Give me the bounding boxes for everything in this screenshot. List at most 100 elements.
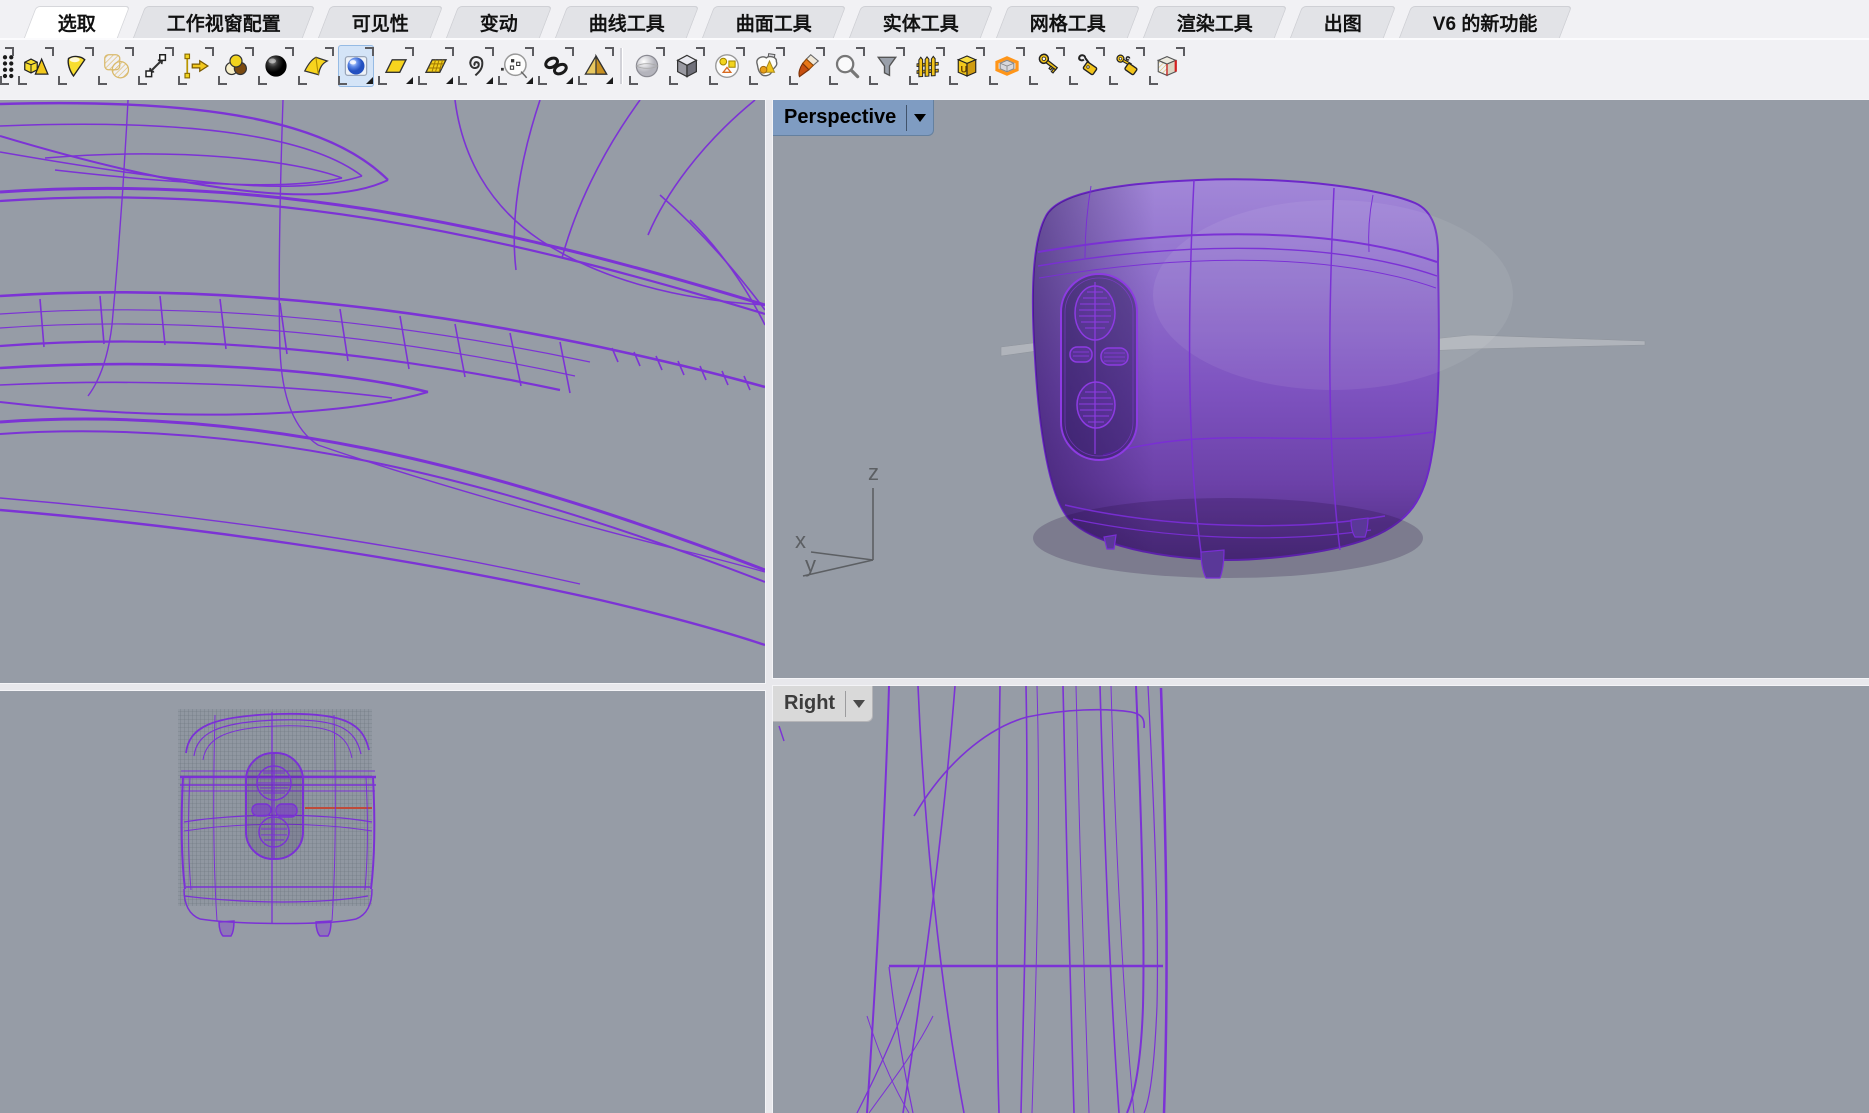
gray-sphere-icon (632, 51, 662, 81)
toolbar-button-yellow-mesh[interactable] (418, 45, 454, 87)
key-icon (1032, 51, 1062, 81)
front-wireframe-canvas (0, 691, 765, 1113)
viewport-perspective[interactable]: z x y Perspective (773, 100, 1869, 678)
viewport-label-text: Perspective (773, 106, 906, 129)
color-circles-icon (221, 51, 251, 81)
chevron-down-icon (853, 700, 865, 708)
tab-2[interactable]: 工作视窗配置 (133, 6, 315, 38)
viewport-top[interactable] (0, 100, 765, 683)
tab-label: 选取 (58, 9, 96, 36)
viewport-front[interactable] (0, 691, 765, 1113)
toolbar-group-divider (620, 48, 623, 84)
toolbar-button-fence[interactable] (909, 45, 945, 87)
tab-8[interactable]: 网格工具 (996, 6, 1140, 38)
tab-7[interactable]: 实体工具 (849, 6, 993, 38)
viewport-area: z x y Perspective (0, 100, 1869, 1113)
tab-label: 渲染工具 (1177, 9, 1253, 36)
toolbar-button-blob-group[interactable] (749, 45, 785, 87)
toolbar-button-u-cube[interactable]: U (949, 45, 985, 87)
toolbar-tab-bar: 选取 工作视窗配置 可见性 变动 曲线工具 曲面工具 实体工具 网格工具 渲染工具 出图 V6 的新… (0, 6, 1869, 38)
tab-6[interactable]: 曲面工具 (702, 6, 846, 38)
toolbar-button-pyramid[interactable] (578, 45, 614, 87)
toolbar-button-folded-surface[interactable] (298, 45, 334, 87)
toolbar-button-color-circles[interactable] (218, 45, 254, 87)
toolbar-button-highlight-box[interactable] (989, 45, 1025, 87)
tab-label: 工作视窗配置 (167, 9, 281, 36)
tab-label: V6 的新功能 (1433, 9, 1538, 36)
solid-primitives-icon (21, 51, 51, 81)
toolbar-button-cone[interactable] (58, 45, 94, 87)
flyout-triangle-icon (366, 77, 373, 84)
tab-10[interactable]: 出图 (1290, 6, 1396, 38)
folded-surface-icon (301, 51, 331, 81)
svg-text:x: x (795, 528, 806, 553)
scale-arrow-icon (181, 51, 211, 81)
blob-group-icon (752, 51, 782, 81)
black-sphere-icon (261, 51, 291, 81)
tab-11[interactable]: V6 的新功能 (1399, 6, 1572, 38)
viewport-menu-button[interactable] (846, 686, 872, 721)
tab-5[interactable]: 曲线工具 (555, 6, 699, 38)
tab-label: 实体工具 (883, 9, 959, 36)
toolbar-button-black-sphere[interactable] (258, 45, 294, 87)
main-toolbar: U (0, 38, 1869, 92)
viewport-label-perspective[interactable]: Perspective (773, 100, 934, 136)
toolbar-button-cube-red-edge[interactable] (1149, 45, 1185, 87)
paintbrush-icon (792, 51, 822, 81)
viewport-menu-button[interactable] (907, 100, 933, 135)
toolbar-button-paintbrush[interactable] (789, 45, 825, 87)
tab-1[interactable]: 选取 (24, 6, 130, 38)
svg-text:z: z (868, 460, 879, 485)
toolbar-button-key[interactable] (1029, 45, 1065, 87)
viewport-label-text: Right (773, 692, 845, 715)
toolbar-button-shiny-sphere-box[interactable] (338, 45, 374, 87)
toolbar-button-chain-links[interactable] (538, 45, 574, 87)
perspective-model-canvas: z x y (773, 100, 1869, 678)
toolbar-button-hook-tag[interactable] (1069, 45, 1105, 87)
flyout-triangle-icon (526, 77, 533, 84)
point-grid-icon (0, 51, 14, 81)
tab-label: 曲线工具 (589, 9, 665, 36)
toolbar-button-scale-arrow[interactable] (178, 45, 214, 87)
toolbar-button-yellow-plane[interactable] (378, 45, 414, 87)
cube-red-edge-icon (1152, 51, 1182, 81)
magnifier-icon (832, 51, 862, 81)
tab-label: 曲面工具 (736, 9, 812, 36)
toolbar-button-point-grid[interactable] (0, 45, 14, 87)
fence-icon (912, 51, 942, 81)
viewport-label-right[interactable]: Right (773, 686, 873, 722)
cone-icon (61, 51, 91, 81)
u-cube-icon: U (952, 51, 982, 81)
flyout-triangle-icon (406, 77, 413, 84)
toolbar-button-hatch-circles[interactable] (98, 45, 134, 87)
toolbar-button-magnifier[interactable] (829, 45, 865, 87)
hatch-circles-icon (101, 51, 131, 81)
flyout-triangle-icon (606, 77, 613, 84)
gray-cube-icon (672, 51, 702, 81)
tab-9[interactable]: 渲染工具 (1143, 6, 1287, 38)
toolbar-button-spiral-points[interactable] (498, 45, 534, 87)
toolbar-button-shapes-circle[interactable] (709, 45, 745, 87)
toolbar-button-filter-funnel[interactable] (869, 45, 905, 87)
toolbar-button-key-tag[interactable] (1109, 45, 1145, 87)
toolbar-button-solid-primitives[interactable] (18, 45, 54, 87)
right-wireframe-canvas (773, 686, 1869, 1113)
tab-label: 变动 (480, 9, 518, 36)
toolbar-button-gray-cube[interactable] (669, 45, 705, 87)
shapes-circle-icon (712, 51, 742, 81)
tab-label: 可见性 (352, 9, 409, 36)
toolbar-button-spiral[interactable] (458, 45, 494, 87)
filter-funnel-icon (872, 51, 902, 81)
toolbar-button-move[interactable] (138, 45, 174, 87)
tab-3[interactable]: 可见性 (318, 6, 443, 38)
tab-label: 网格工具 (1030, 9, 1106, 36)
key-tag-icon (1112, 51, 1142, 81)
toolbar-button-gray-sphere[interactable] (629, 45, 665, 87)
tab-label: 出图 (1324, 9, 1362, 36)
tab-4[interactable]: 变动 (446, 6, 552, 38)
move-icon (141, 51, 171, 81)
flyout-triangle-icon (486, 77, 493, 84)
viewport-right[interactable]: Right (773, 686, 1869, 1113)
flyout-triangle-icon (446, 77, 453, 84)
wireframe-top-canvas (0, 100, 765, 683)
